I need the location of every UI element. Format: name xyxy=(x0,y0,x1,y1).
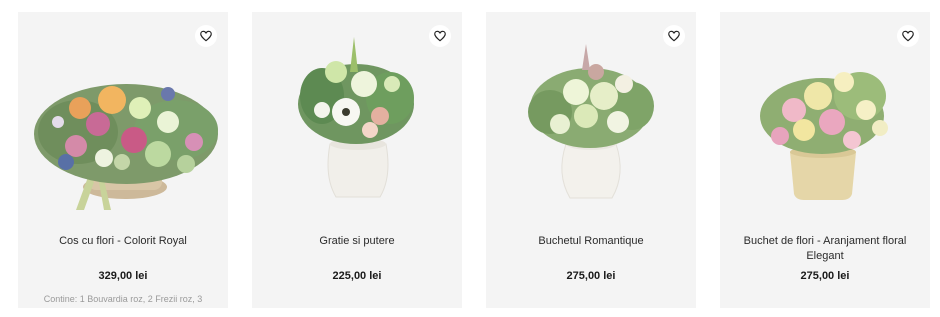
product-card-colorit-royal[interactable]: Cos cu flori - Colorit Royal 329,00 lei … xyxy=(18,12,228,308)
heart-outline-icon xyxy=(668,30,680,42)
heart-outline-icon xyxy=(200,30,212,42)
product-name[interactable]: Cos cu flori - Colorit Royal xyxy=(28,234,218,249)
product-info: Gratie si putere 225,00 lei xyxy=(252,217,462,308)
heart-outline-icon xyxy=(902,30,914,42)
product-description: Contine: 1 Bouvardia roz, 2 Frezii roz, … xyxy=(43,294,203,304)
product-info: Cos cu flori - Colorit Royal 329,00 lei … xyxy=(18,217,228,308)
product-price: 329,00 lei xyxy=(98,270,148,282)
product-price: 225,00 lei xyxy=(332,270,382,282)
product-name[interactable]: Buchet de flori - Aranjament floral Eleg… xyxy=(730,234,920,264)
product-price: 275,00 lei xyxy=(566,270,616,282)
product-image-area[interactable] xyxy=(252,12,462,217)
product-grid: Cos cu flori - Colorit Royal 329,00 lei … xyxy=(0,0,940,308)
heart-outline-icon xyxy=(434,30,446,42)
product-name[interactable]: Buchetul Romantique xyxy=(496,234,686,249)
product-name[interactable]: Gratie si putere xyxy=(262,234,452,249)
favorite-button[interactable] xyxy=(195,25,217,47)
product-card-gratie-si-putere[interactable]: Gratie si putere 225,00 lei xyxy=(252,12,462,308)
product-info: Buchetul Romantique 275,00 lei xyxy=(486,217,696,308)
product-image-area[interactable] xyxy=(18,12,228,217)
product-card-aranjament-elegant[interactable]: Buchet de flori - Aranjament floral Eleg… xyxy=(720,12,930,308)
favorite-button[interactable] xyxy=(663,25,685,47)
favorite-button[interactable] xyxy=(897,25,919,47)
product-price: 275,00 lei xyxy=(800,270,850,282)
product-card-buchetul-romantique[interactable]: Buchetul Romantique 275,00 lei xyxy=(486,12,696,308)
product-info: Buchet de flori - Aranjament floral Eleg… xyxy=(720,217,930,308)
favorite-button[interactable] xyxy=(429,25,451,47)
product-image-area[interactable] xyxy=(720,12,930,217)
product-image-area[interactable] xyxy=(486,12,696,217)
